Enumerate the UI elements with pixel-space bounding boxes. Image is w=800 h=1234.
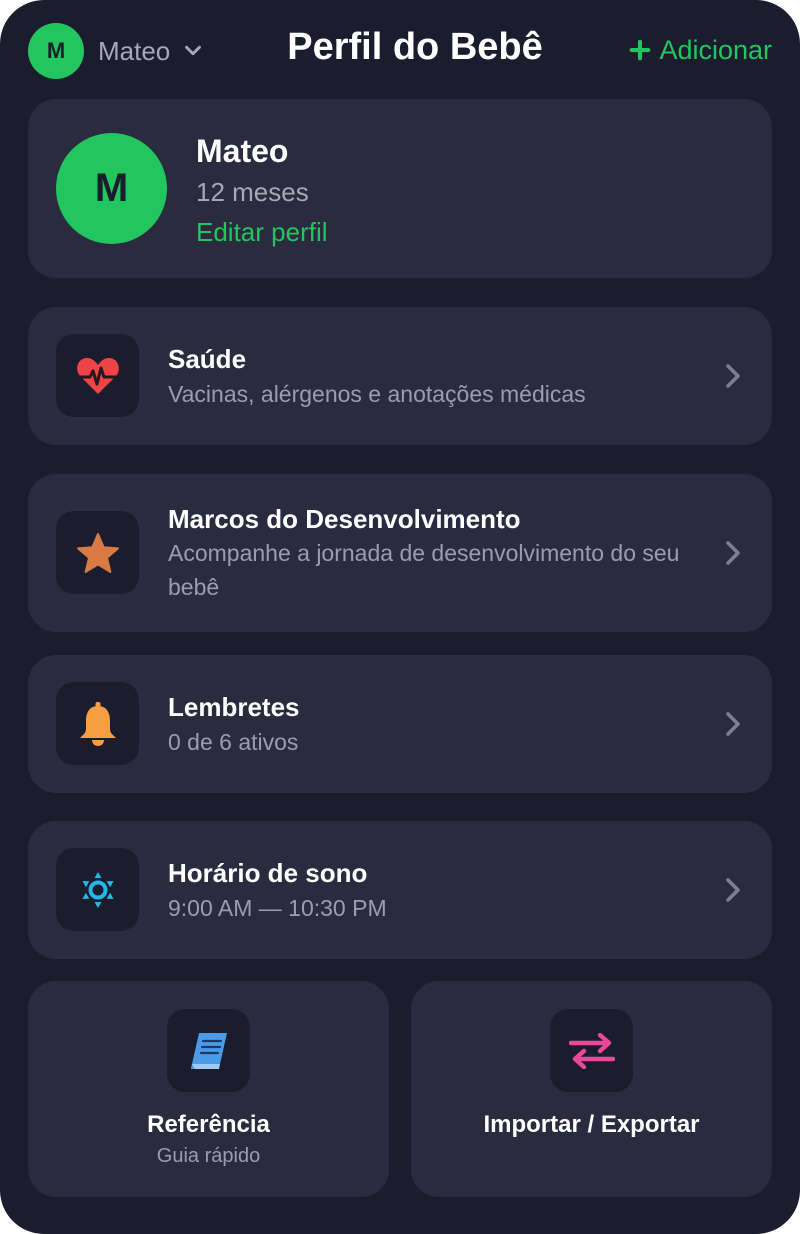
menu-item-title: Saúde xyxy=(168,344,247,374)
reference-tile[interactable]: Referência Guia rápido xyxy=(28,981,389,1197)
menu-item-subtitle: Vacinas, alérgenos e anotações médicas xyxy=(168,381,586,407)
tile-title: Referência xyxy=(147,1111,270,1138)
sleep-icon-box xyxy=(56,848,139,931)
menu-item-reminders[interactable]: Lembretes 0 de 6 ativos xyxy=(28,655,772,793)
menu-item-sleep-schedule[interactable]: Horário de sono 9:00 AM — 10:30 PM xyxy=(28,821,772,959)
chevron-right-icon xyxy=(726,541,740,565)
book-icon xyxy=(190,1032,227,1069)
import-export-tile[interactable]: Importar / Exportar xyxy=(411,981,772,1197)
menu-item-title: Lembretes xyxy=(168,692,300,722)
chevron-right-icon xyxy=(726,364,740,388)
menu-item-health[interactable]: Saúde Vacinas, alérgenos e anotações méd… xyxy=(28,307,772,445)
menu-item-milestones[interactable]: Marcos do Desenvolvimento Acompanhe a jo… xyxy=(28,474,772,632)
menu-item-subtitle: 9:00 AM — 10:30 PM xyxy=(168,895,387,921)
header: M Mateo Perfil do Bebê Adicionar xyxy=(0,0,800,100)
app-screen: M Mateo Perfil do Bebê Adicionar M Mateo… xyxy=(0,0,800,1234)
import-export-icon-box xyxy=(550,1009,633,1092)
baby-switcher[interactable]: M Mateo xyxy=(28,23,204,79)
baby-switcher-name: Mateo xyxy=(98,35,171,66)
menu-item-subtitle: Acompanhe a jornada de desenvolvimento d… xyxy=(168,540,680,600)
chevron-right-icon xyxy=(726,878,740,902)
menu-item-subtitle: 0 de 6 ativos xyxy=(168,729,299,755)
profile-name: Mateo xyxy=(196,133,289,169)
baby-avatar: M xyxy=(56,133,167,244)
menu-item-title: Marcos do Desenvolvimento xyxy=(168,504,521,534)
plus-icon xyxy=(630,39,651,61)
chevron-right-icon xyxy=(726,712,740,736)
heart-pulse-icon xyxy=(76,357,119,394)
tile-title: Importar / Exportar xyxy=(483,1111,700,1138)
profile-card: M Mateo 12 meses Editar perfil xyxy=(28,99,772,278)
reference-icon-box xyxy=(167,1009,250,1092)
profile-age: 12 meses xyxy=(196,177,309,207)
baby-avatar-small: M xyxy=(28,23,84,79)
health-icon-box xyxy=(56,334,139,417)
star-icon xyxy=(76,532,119,573)
reminders-icon-box xyxy=(56,682,139,765)
import-export-arrows-icon xyxy=(568,1032,615,1069)
chevron-down-icon xyxy=(185,45,202,56)
bell-icon xyxy=(79,701,116,746)
add-baby-button[interactable]: Adicionar xyxy=(629,30,772,70)
add-button-label: Adicionar xyxy=(659,34,772,65)
tile-subtitle: Guia rápido xyxy=(156,1145,261,1167)
milestones-icon-box xyxy=(56,511,139,594)
menu-item-title: Horário de sono xyxy=(168,858,368,888)
edit-profile-link[interactable]: Editar perfil xyxy=(196,217,328,248)
sleep-schedule-icon xyxy=(81,871,114,908)
